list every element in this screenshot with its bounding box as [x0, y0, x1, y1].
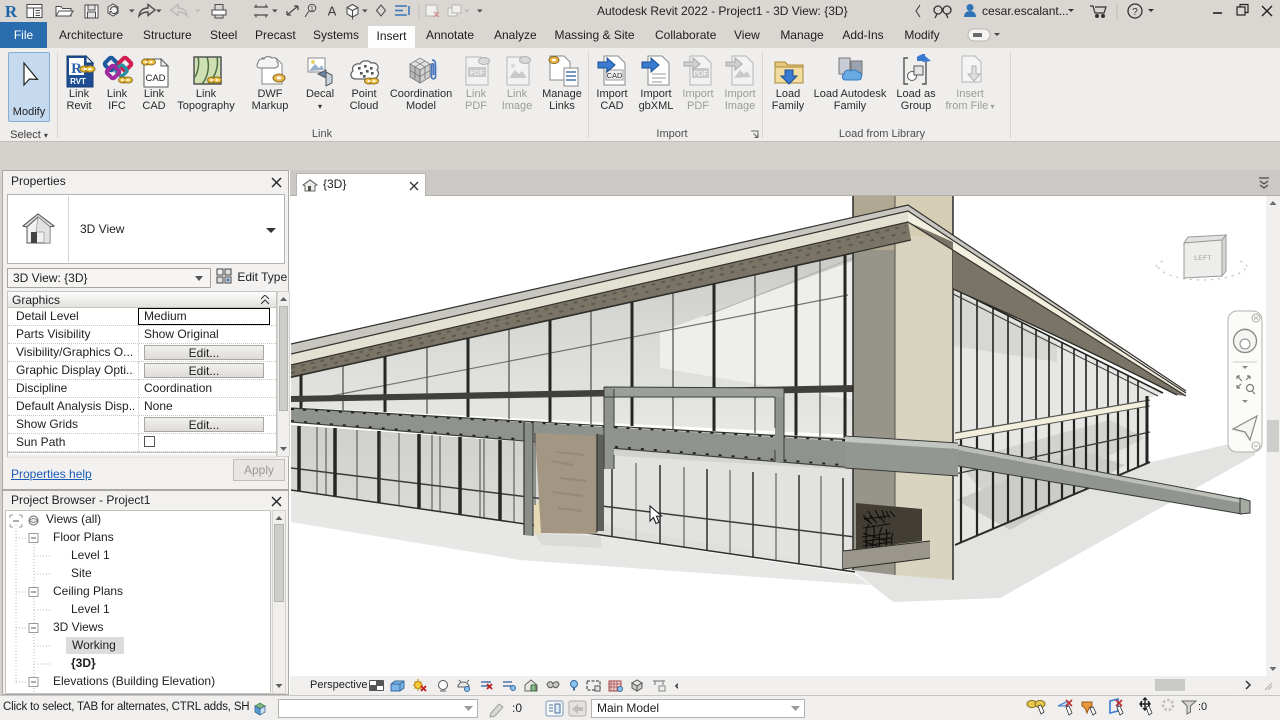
svg-text:PDF: PDF — [470, 70, 484, 77]
svg-text:RVT: RVT — [70, 77, 86, 86]
svg-text:CAD: CAD — [145, 73, 165, 84]
svg-text::0: :0 — [1198, 701, 1207, 713]
svg-text:CAD: CAD — [607, 71, 623, 80]
svg-text:?: ? — [1132, 7, 1138, 18]
svg-text:R: R — [5, 2, 18, 21]
svg-text:PDF: PDF — [694, 71, 708, 78]
svg-text:cesar.escalant...: cesar.escalant... — [982, 4, 1069, 18]
svg-text:1: 1 — [310, 6, 314, 13]
svg-text:A: A — [328, 4, 337, 19]
svg-text:LEFT: LEFT — [1194, 255, 1212, 262]
